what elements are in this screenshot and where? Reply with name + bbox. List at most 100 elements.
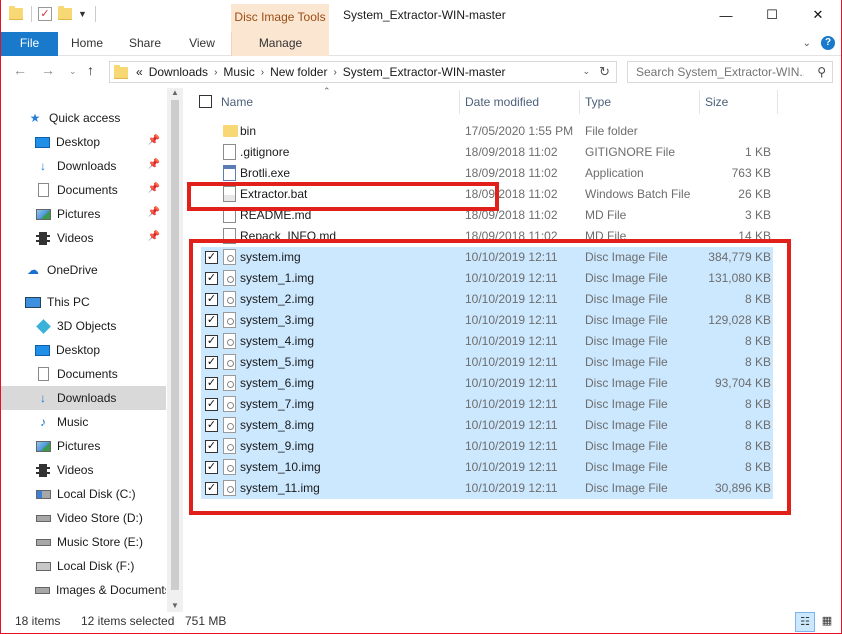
column-divider[interactable] — [459, 90, 460, 114]
tab-share[interactable]: Share — [121, 32, 169, 56]
breadcrumb-current-folder[interactable]: System_Extractor-WIN-master — [343, 65, 506, 79]
file-row[interactable]: ✓ system_11.img 10/10/2019 12:11 Disc Image… — [201, 478, 773, 499]
nav-pictures-pinned[interactable]: Pictures 📌 — [35, 202, 166, 226]
breadcrumb-separator-icon[interactable]: › — [261, 67, 264, 78]
pin-icon[interactable]: 📌 — [148, 135, 160, 146]
customize-toolbar-icon[interactable]: ▼ — [78, 9, 87, 19]
file-row[interactable]: ✓ system_3.img 10/10/2019 12:11 Disc Image … — [201, 310, 773, 331]
file-row[interactable]: ✓ system_5.img 10/10/2019 12:11 Disc Image … — [201, 352, 773, 373]
column-size[interactable]: Size — [705, 95, 728, 109]
nav-downloads-pinned[interactable]: ↓ Downloads 📌 — [35, 154, 166, 178]
breadcrumb-overflow[interactable]: « — [136, 65, 143, 79]
nav-videos[interactable]: Videos — [35, 458, 166, 482]
file-row[interactable]: .gitignore 18/09/2018 11:02 GITIGNORE File… — [201, 142, 773, 163]
nav-drive-f[interactable]: Local Disk (F:) — [35, 554, 166, 578]
properties-icon[interactable]: ✓ — [38, 7, 52, 21]
back-arrow-icon[interactable]: ← — [13, 62, 27, 78]
nav-videos-pinned[interactable]: Videos 📌 — [35, 226, 166, 250]
search-input[interactable] — [636, 65, 804, 79]
scroll-down-icon[interactable]: ▼ — [171, 601, 179, 610]
row-checkbox[interactable]: ✓ — [205, 419, 218, 432]
file-row[interactable]: ✓ system_9.img 10/10/2019 12:11 Disc Image … — [201, 436, 773, 457]
breadcrumb-music[interactable]: Music — [223, 65, 254, 79]
tab-file[interactable]: File — [1, 32, 58, 56]
breadcrumb-separator-icon[interactable]: › — [333, 67, 336, 78]
row-checkbox[interactable]: ✓ — [205, 398, 218, 411]
nav-desktop-pinned[interactable]: Desktop 📌 — [35, 130, 166, 154]
pin-icon[interactable]: 📌 — [148, 231, 160, 242]
nav-drive-g[interactable]: Images & Documents (G:) — [35, 578, 166, 602]
recent-locations-icon[interactable]: ⌄ — [69, 66, 77, 77]
refresh-icon[interactable]: ↻ — [599, 64, 610, 80]
nav-pictures[interactable]: Pictures — [35, 434, 166, 458]
address-dropdown-icon[interactable]: ⌄ — [582, 66, 590, 77]
row-checkbox[interactable]: ✓ — [205, 251, 218, 264]
file-row[interactable]: bin 17/05/2020 1:55 PM File folder — [201, 121, 773, 142]
file-row[interactable]: ✓ system_2.img 10/10/2019 12:11 Disc Image … — [201, 289, 773, 310]
nav-drive-d[interactable]: Video Store (D:) — [35, 506, 166, 530]
nav-drive-c[interactable]: Local Disk (C:) — [35, 482, 166, 506]
file-row[interactable]: Extractor.bat 18/09/2018 11:02 Windows Bat… — [201, 184, 773, 205]
nav-onedrive[interactable]: ☁ OneDrive — [25, 258, 190, 282]
maximize-button[interactable]: ☐ — [749, 0, 795, 30]
breadcrumb-downloads[interactable]: Downloads — [149, 65, 208, 79]
search-box[interactable]: ⚲ — [627, 61, 833, 83]
column-name[interactable]: Name — [221, 95, 253, 109]
column-divider[interactable] — [777, 90, 778, 114]
select-all-checkbox[interactable] — [199, 95, 212, 108]
nav-drive-e[interactable]: Music Store (E:) — [35, 530, 166, 554]
column-divider[interactable] — [579, 90, 580, 114]
pin-icon[interactable]: 📌 — [148, 207, 160, 218]
details-view-button[interactable]: ☷ — [795, 612, 815, 632]
nav-3d-objects[interactable]: 3D Objects — [35, 314, 166, 338]
row-checkbox[interactable]: ✓ — [205, 335, 218, 348]
file-row[interactable]: README.md 18/09/2018 11:02 MD File 3 KB — [201, 205, 773, 226]
row-checkbox[interactable]: ✓ — [205, 377, 218, 390]
help-icon[interactable]: ? — [821, 36, 835, 50]
expand-ribbon-icon[interactable]: ⌄ — [803, 38, 811, 49]
address-bar[interactable]: « Downloads › Music › New folder › Syste… — [109, 61, 617, 83]
file-row[interactable]: ✓ system_6.img 10/10/2019 12:11 Disc Image … — [201, 373, 773, 394]
nav-downloads[interactable]: ↓ Downloads — [1, 386, 166, 410]
row-checkbox[interactable]: ✓ — [205, 293, 218, 306]
scroll-up-icon[interactable]: ▲ — [171, 88, 179, 97]
file-row[interactable]: Brotli.exe 18/09/2018 11:02 Application 763… — [201, 163, 773, 184]
nav-documents[interactable]: Documents — [35, 362, 166, 386]
row-checkbox[interactable]: ✓ — [205, 461, 218, 474]
column-date-modified[interactable]: Date modified — [465, 95, 539, 109]
column-divider[interactable] — [699, 90, 700, 114]
breadcrumb-separator-icon[interactable]: › — [214, 67, 217, 78]
up-arrow-icon[interactable]: ↑ — [87, 62, 94, 78]
close-button[interactable]: ✕ — [795, 0, 841, 30]
row-checkbox[interactable]: ✓ — [205, 272, 218, 285]
row-checkbox[interactable]: ✓ — [205, 356, 218, 369]
row-checkbox[interactable]: ✓ — [205, 440, 218, 453]
file-row[interactable]: ✓ system_10.img 10/10/2019 12:11 Disc Image… — [201, 457, 773, 478]
pin-icon[interactable]: 📌 — [148, 159, 160, 170]
new-folder-icon[interactable] — [58, 6, 72, 20]
tab-manage[interactable]: Manage — [231, 32, 329, 56]
scrollbar-thumb[interactable] — [171, 100, 179, 590]
nav-this-pc[interactable]: This PC — [25, 290, 190, 314]
file-row[interactable]: ✓ system_4.img 10/10/2019 12:11 Disc Image … — [201, 331, 773, 352]
nav-music[interactable]: ♪ Music — [35, 410, 166, 434]
file-row[interactable]: ✓ system_1.img 10/10/2019 12:11 Disc Image … — [201, 268, 773, 289]
nav-scrollbar[interactable]: ▲ ▼ — [167, 88, 183, 612]
row-checkbox[interactable]: ✓ — [205, 482, 218, 495]
file-row[interactable]: ✓ system_8.img 10/10/2019 12:11 Disc Image … — [201, 415, 773, 436]
breadcrumb-new-folder[interactable]: New folder — [270, 65, 327, 79]
forward-arrow-icon[interactable]: → — [41, 62, 55, 78]
large-icons-view-button[interactable]: ▦ — [817, 612, 837, 632]
nav-documents-pinned[interactable]: Documents 📌 — [35, 178, 166, 202]
column-type[interactable]: Type — [585, 95, 611, 109]
tab-home[interactable]: Home — [63, 32, 111, 56]
file-row[interactable]: Repack_INFO.md 18/09/2018 11:02 MD File 14 … — [201, 226, 773, 247]
pin-icon[interactable]: 📌 — [148, 183, 160, 194]
file-row[interactable]: ✓ system.img 10/10/2019 12:11 Disc Image Fi… — [201, 247, 773, 268]
minimize-button[interactable]: — — [703, 0, 749, 30]
nav-desktop[interactable]: Desktop — [35, 338, 166, 362]
tab-view[interactable]: View — [179, 32, 225, 56]
search-icon[interactable]: ⚲ — [817, 65, 826, 79]
file-row[interactable]: ✓ system_7.img 10/10/2019 12:11 Disc Image … — [201, 394, 773, 415]
row-checkbox[interactable]: ✓ — [205, 314, 218, 327]
